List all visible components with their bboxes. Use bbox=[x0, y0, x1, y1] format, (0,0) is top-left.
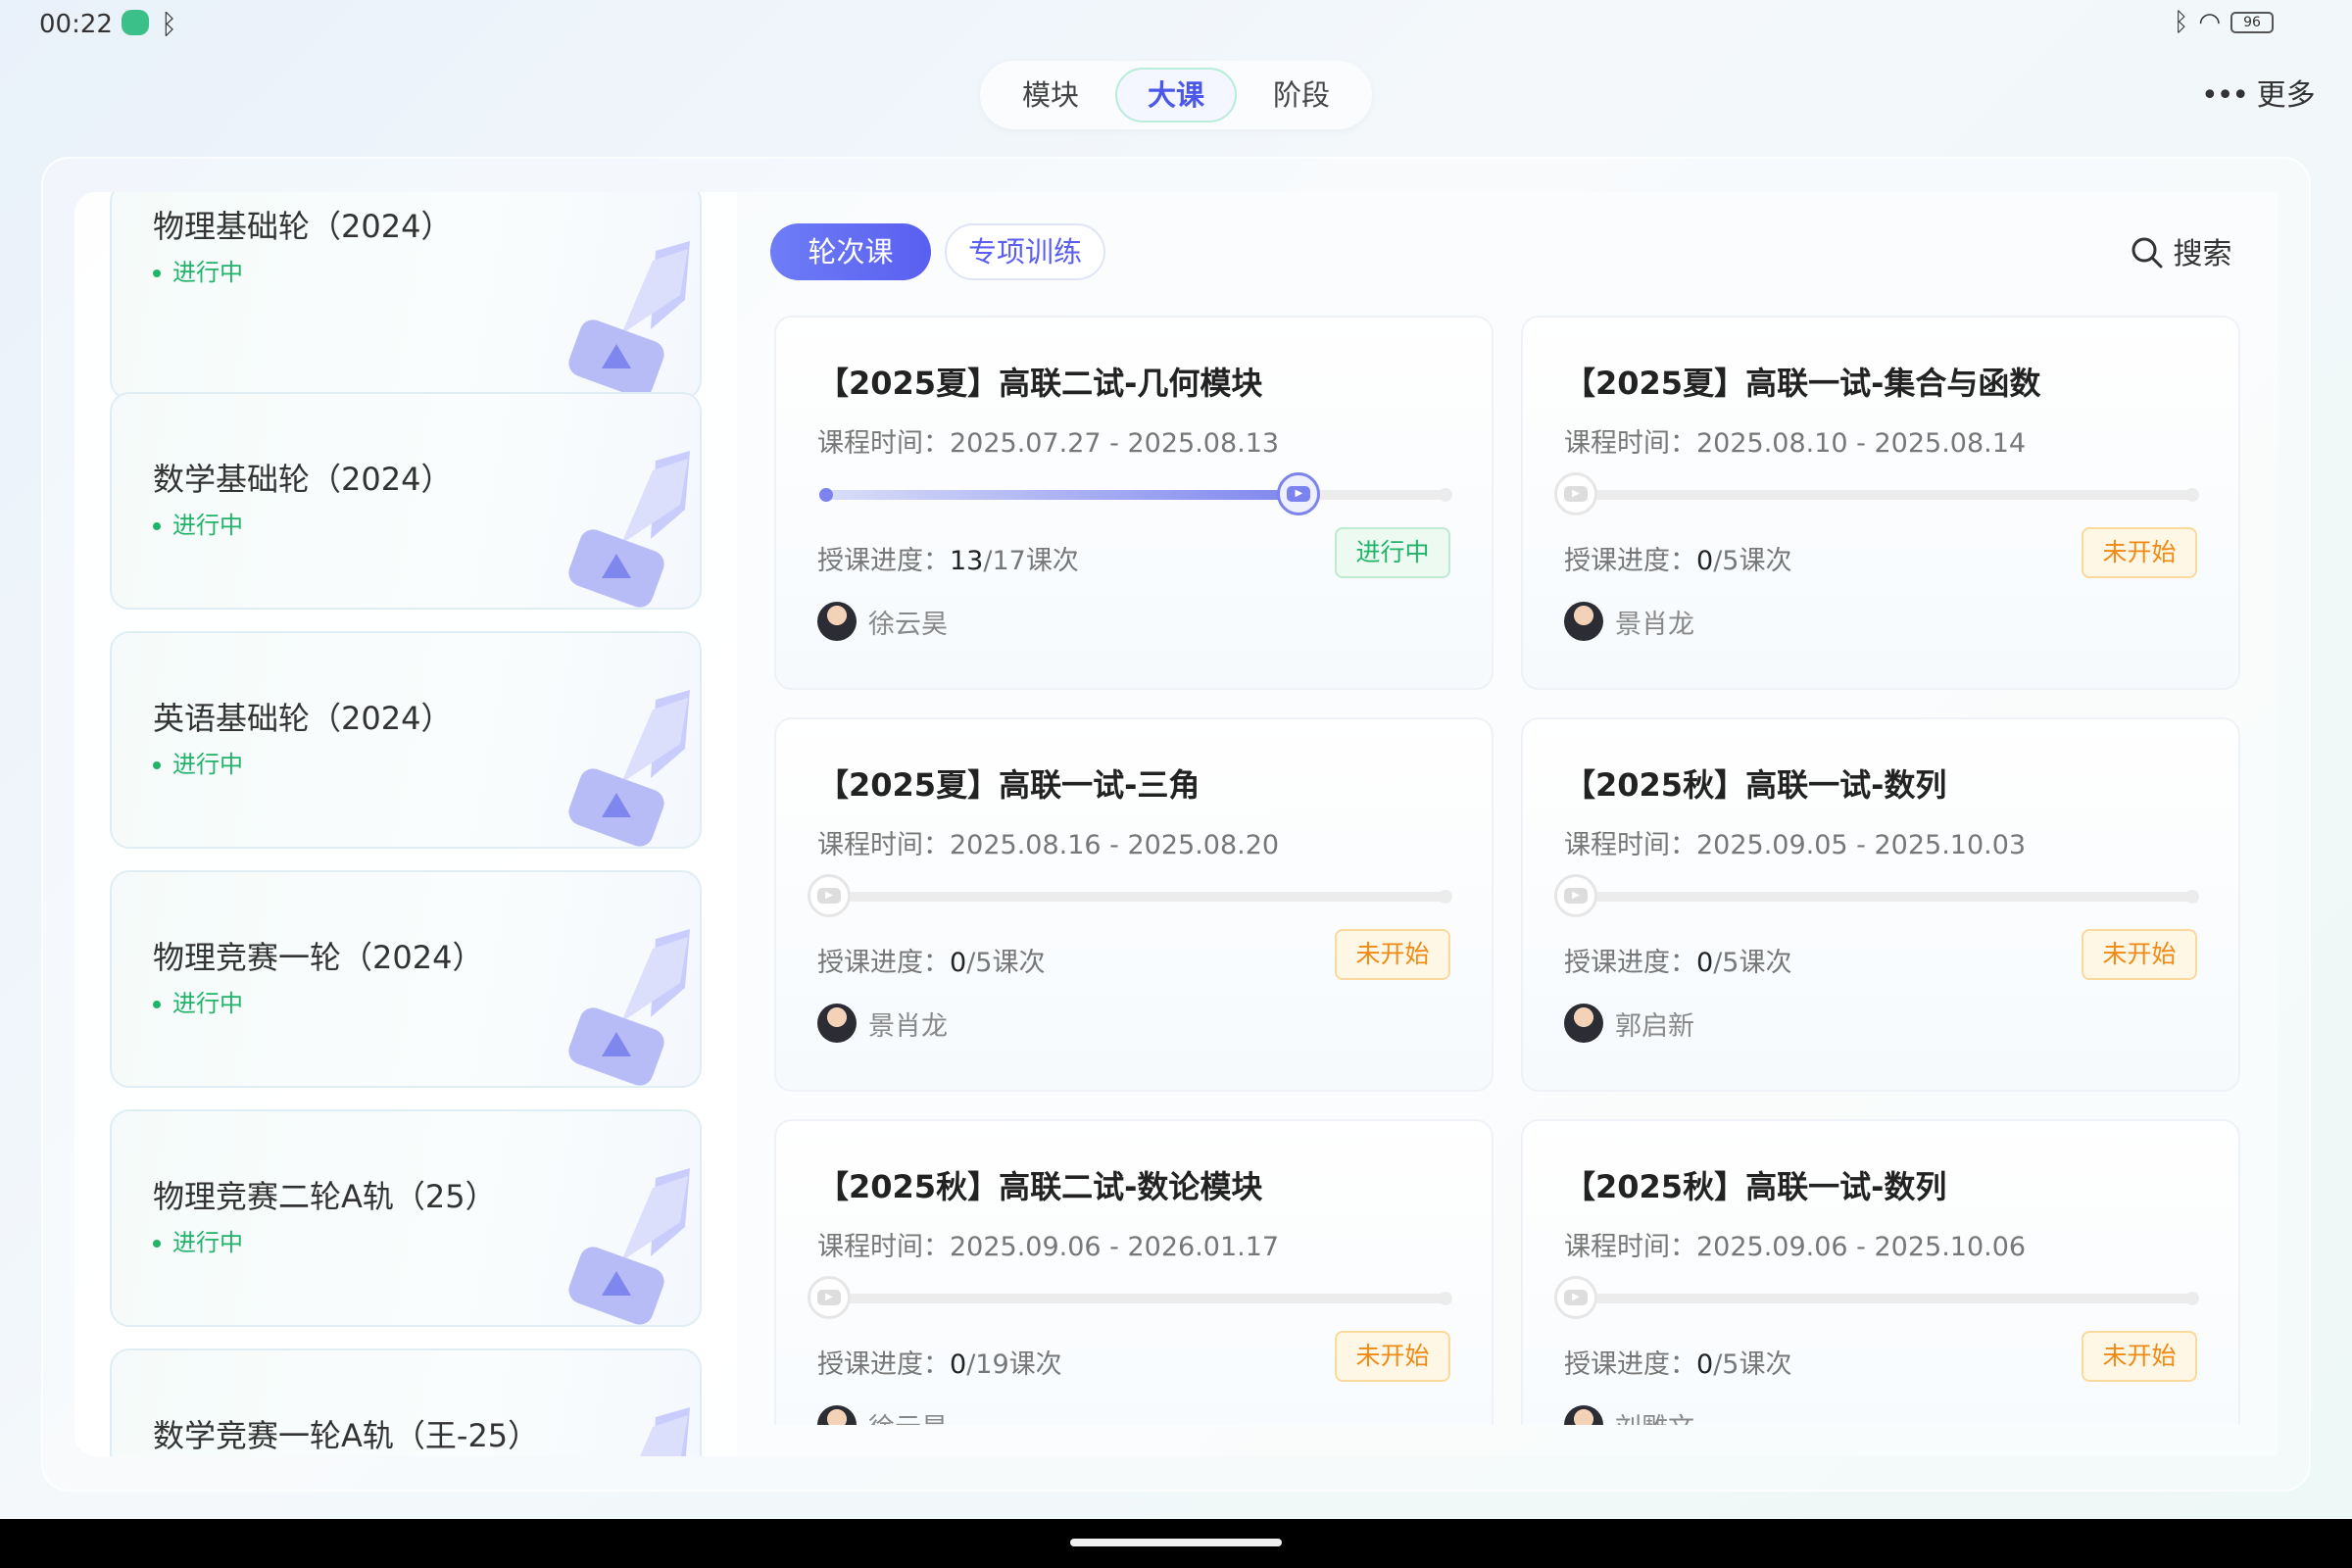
status-badge: 未开始 bbox=[1335, 1331, 1450, 1382]
teacher-avatar bbox=[1564, 1405, 1603, 1425]
sidebar-item-title: 数学基础轮（2024） bbox=[153, 461, 453, 498]
course-illustration-icon bbox=[568, 929, 690, 1086]
view-switcher: 模块 大课 阶段 bbox=[980, 61, 1372, 129]
sidebar-item[interactable]: 物理基础轮（2024） 进行中 bbox=[110, 192, 702, 400]
tab-module[interactable]: 模块 bbox=[990, 68, 1111, 122]
course-time: 课程时间：2025.08.10 - 2025.08.14 bbox=[1564, 428, 2027, 459]
teacher: 徐云昊 bbox=[817, 602, 948, 641]
progress-track: ▶ bbox=[1554, 472, 2199, 515]
teacher: 郭启新 bbox=[1564, 1004, 1694, 1043]
progress-fill bbox=[825, 490, 1299, 500]
wifi-icon: ◠ bbox=[2198, 8, 2221, 37]
sidebar-item[interactable]: 数学竞赛一轮A轨（王-25） bbox=[110, 1348, 702, 1456]
more-button[interactable]: ••• 更多 bbox=[2201, 71, 2316, 114]
teacher: 徐云昊 bbox=[817, 1405, 948, 1425]
course-card[interactable]: 【2025夏】高联二试-几何模块 课程时间：2025.07.27 - 2025.… bbox=[774, 316, 1494, 690]
lesson-progress: 授课进度：0/5课次 bbox=[1564, 1349, 1792, 1380]
course-grid: 【2025夏】高联二试-几何模块 课程时间：2025.07.27 - 2025.… bbox=[737, 192, 2278, 1425]
progress-video-icon: ▶ bbox=[808, 874, 851, 917]
course-title: 【2025夏】高联一试-集合与函数 bbox=[1564, 365, 2041, 402]
progress-video-icon: ▶ bbox=[1554, 472, 1597, 515]
teacher-avatar bbox=[1564, 1004, 1603, 1043]
course-time: 课程时间：2025.09.05 - 2025.10.03 bbox=[1564, 830, 2027, 860]
course-card[interactable]: 【2025夏】高联一试-三角 课程时间：2025.08.16 - 2025.08… bbox=[774, 717, 1494, 1092]
battery-icon: 96 bbox=[2230, 12, 2274, 33]
system-nav-bar bbox=[0, 1519, 2352, 1568]
course-time: 课程时间：2025.09.06 - 2026.01.17 bbox=[817, 1232, 1280, 1262]
progress-video-icon: ▶ bbox=[808, 1276, 851, 1319]
status-bar: 00:22 ᛒ ᛒ ◠ 96 bbox=[0, 0, 2352, 49]
sidebar-item-title: 物理竞赛二轮A轨（25） bbox=[153, 1178, 497, 1215]
tab-stage[interactable]: 阶段 bbox=[1241, 68, 1362, 122]
sidebar-item-status: 进行中 bbox=[153, 1223, 243, 1257]
course-illustration-icon bbox=[640, 1407, 690, 1456]
sidebar-item-status: 进行中 bbox=[153, 745, 243, 779]
teacher-avatar bbox=[817, 1004, 857, 1043]
teacher: 景肖龙 bbox=[817, 1004, 948, 1043]
course-title: 【2025秋】高联二试-数论模块 bbox=[817, 1168, 1263, 1205]
sidebar-item-title: 数学竞赛一轮A轨（王-25） bbox=[153, 1417, 540, 1454]
course-illustration-icon bbox=[568, 241, 690, 398]
sidebar-item-title: 物理基础轮（2024） bbox=[153, 208, 453, 245]
lesson-progress: 授课进度：0/19课次 bbox=[817, 1349, 1062, 1380]
course-time: 课程时间：2025.08.16 - 2025.08.20 bbox=[817, 830, 1280, 860]
sidebar-item-status: 进行中 bbox=[153, 253, 243, 287]
status-badge: 未开始 bbox=[2082, 929, 2197, 980]
status-time: 00:22 bbox=[39, 10, 113, 39]
course-card[interactable]: 【2025秋】高联一试-数列 课程时间：2025.09.05 - 2025.10… bbox=[1521, 717, 2240, 1092]
course-card[interactable]: 【2025秋】高联二试-数论模块 课程时间：2025.09.06 - 2026.… bbox=[774, 1119, 1494, 1425]
sidebar-item-status: 进行中 bbox=[153, 984, 243, 1018]
bluetooth-icon: ᛒ bbox=[161, 8, 177, 40]
tab-big-course[interactable]: 大课 bbox=[1115, 68, 1237, 122]
lesson-progress: 授课进度：0/5课次 bbox=[1564, 546, 1792, 576]
progress-track: ▶ bbox=[1554, 1276, 2199, 1319]
more-label: 更多 bbox=[2256, 78, 2316, 113]
course-card[interactable]: 【2025夏】高联一试-集合与函数 课程时间：2025.08.10 - 2025… bbox=[1521, 316, 2240, 690]
sidebar-item[interactable]: 数学基础轮（2024） 进行中 bbox=[110, 392, 702, 610]
sidebar-item[interactable]: 英语基础轮（2024） 进行中 bbox=[110, 631, 702, 849]
sidebar-item[interactable]: 物理竞赛二轮A轨（25） 进行中 bbox=[110, 1109, 702, 1327]
course-title: 【2025夏】高联一试-三角 bbox=[817, 766, 1200, 804]
status-badge: 未开始 bbox=[2082, 1331, 2197, 1382]
teacher: 刘雕文 bbox=[1564, 1405, 1694, 1425]
teacher-avatar bbox=[817, 1405, 857, 1425]
course-illustration-icon bbox=[568, 690, 690, 847]
sidebar-item-status: 进行中 bbox=[153, 506, 243, 540]
status-badge: 未开始 bbox=[1335, 929, 1450, 980]
more-dots-icon: ••• bbox=[2201, 78, 2249, 113]
lesson-progress: 授课进度：0/5课次 bbox=[817, 948, 1046, 978]
progress-track: ▶ bbox=[1554, 874, 2199, 917]
progress-video-icon: ▶ bbox=[1277, 472, 1321, 515]
sidebar[interactable]: 物理基础轮（2024） 进行中 数学基础轮（2024） 进行中 英语基础轮（20… bbox=[74, 192, 737, 1456]
progress-video-icon: ▶ bbox=[1554, 1276, 1597, 1319]
status-badge: 未开始 bbox=[2082, 527, 2197, 578]
course-illustration-icon bbox=[568, 1168, 690, 1325]
lesson-progress: 授课进度：0/5课次 bbox=[1564, 948, 1792, 978]
status-badge: 进行中 bbox=[1335, 527, 1450, 578]
lesson-progress: 授课进度：13/17课次 bbox=[817, 546, 1079, 576]
app-notification-icon bbox=[122, 10, 149, 35]
course-illustration-icon bbox=[568, 451, 690, 608]
course-time: 课程时间：2025.07.27 - 2025.08.13 bbox=[817, 428, 1280, 459]
course-title: 【2025秋】高联一试-数列 bbox=[1564, 1168, 1947, 1205]
teacher-avatar bbox=[1564, 602, 1603, 641]
course-title: 【2025夏】高联二试-几何模块 bbox=[817, 365, 1263, 402]
course-list-area: 轮次课 专项训练 搜索 【2025夏】高联二试-几何模块 课程时间：2025.0… bbox=[737, 192, 2278, 1456]
sidebar-item-title: 物理竞赛一轮（2024） bbox=[153, 939, 484, 976]
bluetooth-icon: ᛒ bbox=[2173, 8, 2189, 37]
progress-track: ▶ bbox=[808, 1276, 1452, 1319]
progress-track: ▶ bbox=[819, 472, 1452, 515]
course-time: 课程时间：2025.09.06 - 2025.10.06 bbox=[1564, 1232, 2027, 1262]
course-title: 【2025秋】高联一试-数列 bbox=[1564, 766, 1947, 804]
teacher-avatar bbox=[817, 602, 857, 641]
course-card[interactable]: 【2025秋】高联一试-数列 课程时间：2025.09.06 - 2025.10… bbox=[1521, 1119, 2240, 1425]
sidebar-item-title: 英语基础轮（2024） bbox=[153, 700, 453, 737]
teacher: 景肖龙 bbox=[1564, 602, 1694, 641]
home-indicator[interactable] bbox=[1070, 1539, 1282, 1546]
progress-video-icon: ▶ bbox=[1554, 874, 1597, 917]
sidebar-item[interactable]: 物理竞赛一轮（2024） 进行中 bbox=[110, 870, 702, 1088]
progress-track: ▶ bbox=[808, 874, 1452, 917]
